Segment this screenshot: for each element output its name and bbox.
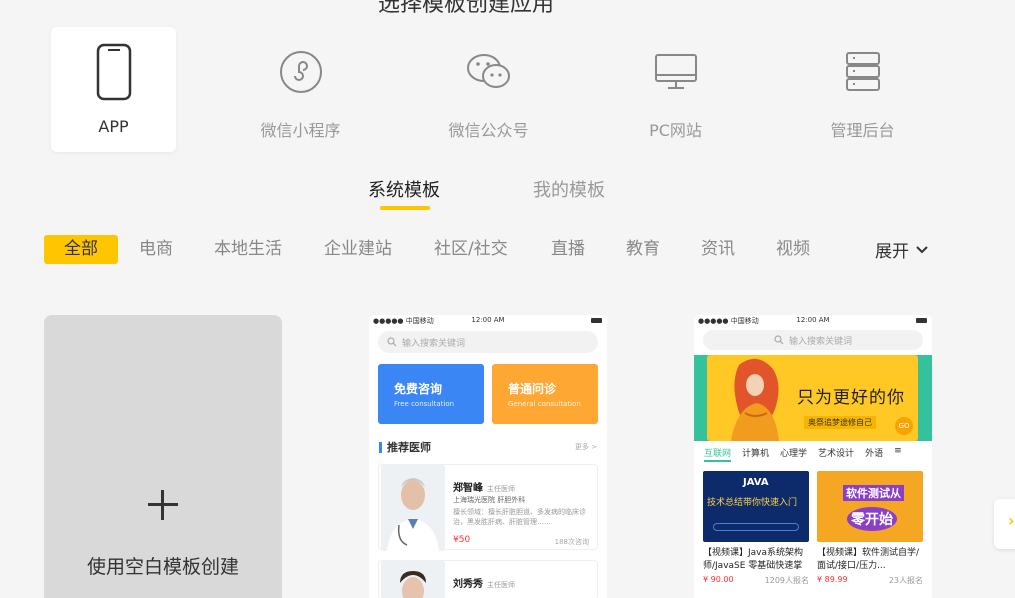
mini-program-icon xyxy=(279,43,323,101)
battery-icon xyxy=(916,318,927,323)
banner-slogan: 只为更好的你 xyxy=(797,388,905,408)
banner-subtitle: 奥祭追梦途修自己 xyxy=(804,416,876,429)
blank-template-label: 使用空白模板创建 xyxy=(86,556,239,578)
category-enterprise-site[interactable]: 企业建站 xyxy=(324,235,392,264)
course-category-tabs: 互联网 计算机 心理学 艺术设计 外语 ≡ xyxy=(694,441,932,463)
course-category: 计算机 xyxy=(742,449,770,459)
thumb-text: JAVA xyxy=(743,477,769,488)
monitor-icon xyxy=(654,43,698,101)
woman-illustration xyxy=(731,358,779,441)
general-consult-card: 普通问诊 General consultation xyxy=(492,364,598,424)
page-title: 选择模板创建应用 xyxy=(378,0,555,17)
category-live[interactable]: 直播 xyxy=(551,235,585,264)
search-placeholder: 输入搜索关键词 xyxy=(788,336,852,347)
doctor-name: 郑智峰 主任医师 xyxy=(453,483,515,494)
consult-count: 188次咨询 xyxy=(554,538,589,546)
course-price: ¥ 90.00 xyxy=(703,575,734,584)
doctor-card: 郑智峰 主任医师 上海瑞光医院 肝胆外科 擅长领域：擅长肝脏胆道、多发病的临床诊治… xyxy=(378,464,598,551)
doctor-name: 刘秀秀 主任医师 xyxy=(453,579,515,590)
menu-icon: ≡ xyxy=(894,446,902,456)
category-education[interactable]: 教育 xyxy=(626,235,660,264)
banner-go-button: GO xyxy=(895,417,913,435)
app-type-mini-program[interactable]: 微信小程序 xyxy=(238,27,363,152)
doctor-card: 刘秀秀 主任医师 xyxy=(378,560,598,598)
promo-banner: 只为更好的你 奥祭追梦途修自己 GO xyxy=(694,355,932,441)
expand-label: 展开 xyxy=(875,242,909,262)
course-enrolled: 1209人报名 xyxy=(764,576,809,585)
category-ecommerce[interactable]: 电商 xyxy=(139,235,173,264)
blank-template-card[interactable]: 使用空白模板创建 xyxy=(44,315,282,598)
status-bar: ●●●●● 中国移动 12:00 AM xyxy=(694,315,932,327)
time-text: 12:00 AM xyxy=(471,316,505,324)
search-icon xyxy=(774,335,784,345)
course-card: 软件测试从 零开始 【视频课】软件测试自学/面试/接口/压力... ¥ 89.9… xyxy=(817,471,923,586)
app-type-label: 微信公众号 xyxy=(448,121,529,140)
search-bar: 输入搜索关键词 xyxy=(378,331,598,353)
cta-subtitle: Free consultation xyxy=(394,400,455,408)
app-type-pc-website[interactable]: PC网站 xyxy=(613,27,738,152)
category-video[interactable]: 视频 xyxy=(776,235,810,264)
course-enrolled: 23人报名 xyxy=(888,576,923,585)
category-news[interactable]: 资讯 xyxy=(701,235,735,264)
course-thumbnail: JAVA 技术总结带你快速入门 xyxy=(703,471,809,542)
chevron-down-icon xyxy=(916,245,928,253)
app-type-official-account[interactable]: 微信公众号 xyxy=(426,27,551,152)
side-float-button[interactable]: › xyxy=(994,499,1015,549)
app-type-label: APP xyxy=(98,117,129,136)
thumb-text: 技术总结带你快速入门 xyxy=(707,498,798,508)
more-link: 更多 > xyxy=(574,443,597,451)
course-category: 互联网 xyxy=(704,446,732,462)
course-category: 心理学 xyxy=(780,449,808,459)
expand-button[interactable]: 展开 xyxy=(875,237,929,262)
app-type-app[interactable]: APP xyxy=(51,27,176,152)
course-thumbnail: 软件测试从 零开始 xyxy=(817,471,923,542)
plus-icon xyxy=(148,490,178,520)
app-type-label: 微信小程序 xyxy=(260,121,341,140)
wechat-icon xyxy=(466,43,512,101)
status-bar: ●●●●● 中国移动 12:00 AM xyxy=(369,315,607,327)
free-consult-card: 免费咨询 Free consultation xyxy=(378,364,484,424)
tab-system-templates[interactable]: 系统模板 xyxy=(368,176,440,202)
doctor-photo xyxy=(381,465,445,551)
battery-icon xyxy=(591,318,602,323)
tab-underline xyxy=(380,206,430,210)
thumb-text: 零开始 xyxy=(847,507,897,531)
doctor-description: 擅长领域：擅长肝脏胆道、多发病的临床诊治，黑发胜肝病、肝脏管理…… xyxy=(453,508,586,526)
phone-icon xyxy=(96,43,132,101)
course-card: JAVA 技术总结带你快速入门 【视频课】Java系统架构师/JavaSE 零基… xyxy=(703,471,809,586)
category-all[interactable]: 全部 xyxy=(44,235,118,264)
time-text: 12:00 AM xyxy=(796,316,830,324)
search-bar: 输入搜索关键词 xyxy=(703,330,923,350)
app-type-label: 管理后台 xyxy=(830,121,895,140)
doctor-photo xyxy=(381,561,445,598)
cta-title: 免费咨询 xyxy=(394,382,443,396)
app-type-admin[interactable]: 管理后台 xyxy=(800,27,925,152)
cta-subtitle: General consultation xyxy=(508,400,581,408)
section-title: 推荐医师 xyxy=(379,441,431,453)
template-card-education[interactable]: ●●●●● 中国移动 12:00 AM 输入搜索关键词 只为更好的你 奥祭追梦途… xyxy=(694,315,932,598)
tab-my-templates[interactable]: 我的模板 xyxy=(533,176,605,202)
doctor-price: ¥50 xyxy=(453,535,471,545)
thumb-text: 软件测试从 xyxy=(843,485,904,501)
app-type-label: PC网站 xyxy=(649,121,702,140)
search-icon xyxy=(387,337,397,347)
course-category: 外语 xyxy=(865,449,884,459)
doctor-hospital: 上海瑞光医院 肝胆外科 xyxy=(453,496,526,504)
search-placeholder: 输入搜索关键词 xyxy=(402,338,466,349)
arrow-icon: › xyxy=(1008,511,1015,530)
server-icon xyxy=(843,43,883,101)
template-card-medical[interactable]: ●●●●● 中国移动 12:00 AM 输入搜索关键词 免费咨询 Free co… xyxy=(369,315,607,598)
category-local-life[interactable]: 本地生活 xyxy=(214,235,282,264)
cta-title: 普通问诊 xyxy=(508,382,557,396)
course-price: ¥ 89.99 xyxy=(817,575,848,584)
course-category: 艺术设计 xyxy=(818,449,855,459)
course-title: 【视频课】Java系统架构师/JavaSE 零基础快速掌 xyxy=(703,548,804,571)
course-title: 【视频课】软件测试自学/面试/接口/压力... xyxy=(817,548,920,571)
category-community[interactable]: 社区/社交 xyxy=(434,235,508,264)
